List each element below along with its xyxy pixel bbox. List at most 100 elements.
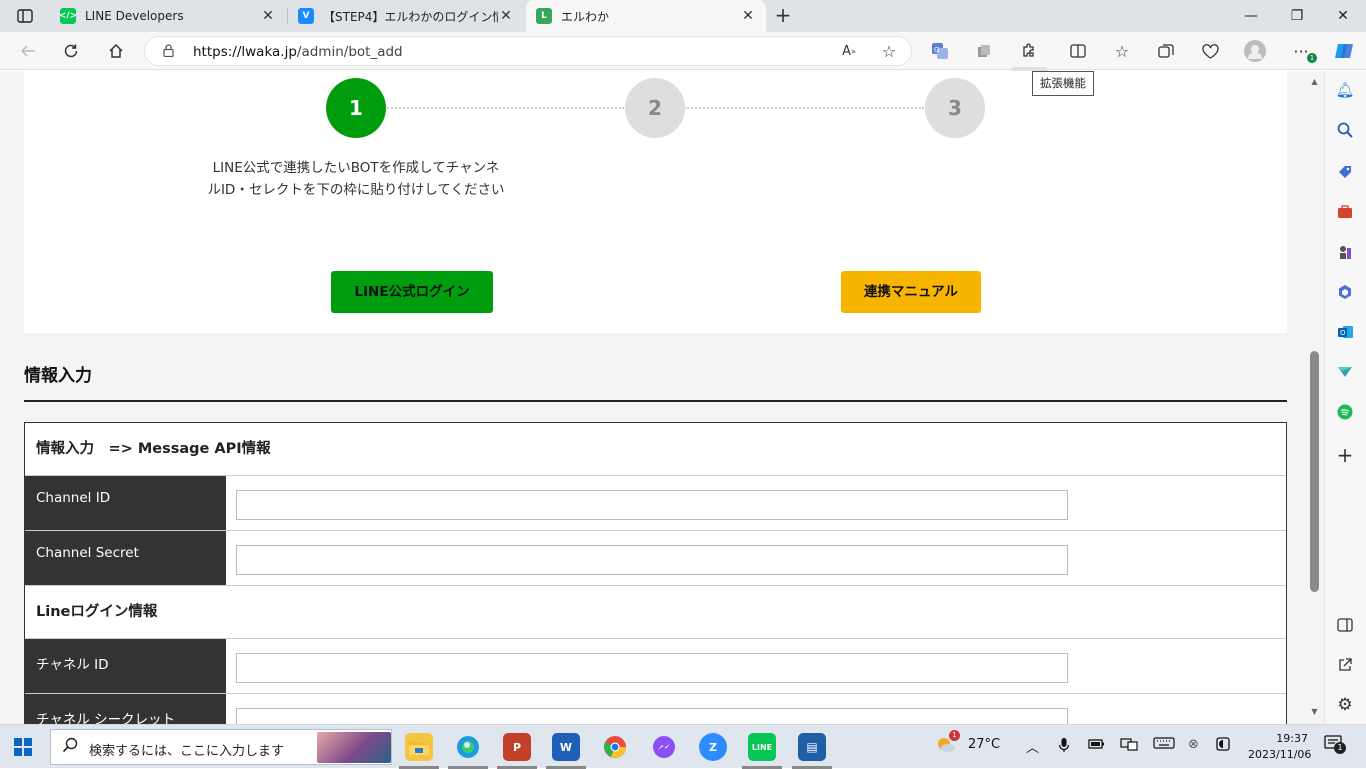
- home-icon[interactable]: [102, 37, 130, 65]
- extensions-tooltip: 拡張機能: [1032, 71, 1094, 96]
- night-light-icon[interactable]: [1216, 737, 1230, 755]
- refresh-icon[interactable]: [57, 37, 85, 65]
- taskbar-search-placeholder: 検索するには、ここに入力します: [89, 744, 285, 759]
- chrome-icon[interactable]: [601, 733, 629, 761]
- send-plane-icon[interactable]: [1334, 361, 1356, 383]
- section-heading: 情報入力: [24, 366, 92, 386]
- address-bar[interactable]: https://lwaka.jp/admin/bot_add A» ☆: [144, 36, 912, 66]
- microphone-icon[interactable]: [1058, 737, 1070, 757]
- tab-title: 【STEP4】エルわかのログイン情報変更: [323, 9, 498, 24]
- channel-secret-input[interactable]: [236, 545, 1068, 575]
- form-row: Channel Secret: [25, 531, 1286, 586]
- favorites-icon[interactable]: ☆: [1108, 37, 1136, 65]
- line-app-icon[interactable]: LINE: [748, 733, 776, 761]
- lock-icon[interactable]: [163, 44, 174, 60]
- copilot-icon[interactable]: [1330, 37, 1358, 65]
- line-developers-favicon-icon: </>: [59, 8, 77, 24]
- tools-briefcase-icon[interactable]: [1334, 201, 1356, 223]
- close-window-button[interactable]: ✕: [1320, 0, 1366, 32]
- notifications-bell-icon[interactable]: 🔔︎: [1334, 79, 1356, 101]
- word-icon[interactable]: W: [552, 733, 580, 761]
- collections-icon[interactable]: [1152, 37, 1180, 65]
- login-channel-secret-input[interactable]: [236, 708, 1068, 724]
- line-official-login-button[interactable]: LINE公式ログイン: [331, 271, 493, 313]
- games-chess-icon[interactable]: [1334, 241, 1356, 263]
- scroll-up-icon[interactable]: ▲: [1309, 77, 1320, 87]
- tab-lwaka[interactable]: L エルわか ✕: [526, 0, 766, 32]
- tab-title: エルわか: [561, 9, 610, 24]
- network-icon[interactable]: [1120, 737, 1138, 755]
- file-explorer-icon[interactable]: [405, 733, 433, 761]
- temperature-text: 27°C: [968, 737, 1001, 752]
- url-text: https://lwaka.jp/admin/bot_add: [193, 44, 403, 60]
- scroll-down-icon[interactable]: ▼: [1309, 707, 1320, 717]
- svg-text:G: G: [934, 46, 939, 54]
- login-channel-id-input[interactable]: [236, 653, 1068, 683]
- svg-text:O: O: [1340, 329, 1346, 337]
- form-group-title: 情報入力 => Message API情報: [25, 423, 1286, 476]
- scroll-thumb[interactable]: [1310, 351, 1319, 592]
- search-highlight-image[interactable]: [317, 732, 391, 763]
- favorite-star-icon[interactable]: ☆: [875, 37, 903, 65]
- field-cell: [226, 531, 1286, 585]
- profile-avatar[interactable]: [1241, 37, 1269, 65]
- weather-icon[interactable]: 1: [935, 730, 960, 758]
- translate-icon[interactable]: G: [926, 37, 954, 65]
- keyboard-icon[interactable]: [1153, 737, 1175, 753]
- add-sidebar-app-icon[interactable]: +: [1334, 443, 1356, 467]
- tab-strip: </> LINE Developers ✕ V 【STEP4】エルわかのログイン…: [0, 0, 1366, 32]
- minimize-button[interactable]: —: [1228, 0, 1274, 32]
- lwaka-favicon-icon: L: [536, 8, 552, 24]
- close-tab-icon[interactable]: ✕: [740, 8, 756, 24]
- form-row: チャネル ID: [25, 639, 1286, 694]
- field-cell: [226, 476, 1286, 530]
- show-hidden-icons-icon[interactable]: ︿: [1026, 737, 1039, 756]
- channel-id-input[interactable]: [236, 490, 1068, 520]
- tab-step4-article[interactable]: V 【STEP4】エルわかのログイン情報変更 ✕: [288, 0, 524, 32]
- spotify-icon[interactable]: [1334, 401, 1356, 423]
- close-tab-icon[interactable]: ✕: [260, 8, 276, 24]
- open-external-icon[interactable]: [1334, 654, 1356, 676]
- browser-essentials-icon[interactable]: [1196, 37, 1224, 65]
- taskbar-search[interactable]: 検索するには、ここに入力します: [50, 729, 392, 765]
- messenger-icon[interactable]: [650, 733, 678, 761]
- extensions-puzzle-icon[interactable]: [1015, 37, 1043, 65]
- calendar-app-icon[interactable]: ▤: [798, 733, 826, 761]
- search-icon[interactable]: [1334, 119, 1356, 141]
- collections-extension-icon[interactable]: [970, 37, 998, 65]
- hide-sidebar-icon[interactable]: [1334, 614, 1356, 636]
- back-arrow-icon[interactable]: [14, 37, 42, 65]
- battery-icon[interactable]: [1088, 737, 1106, 755]
- zoom-icon[interactable]: Z: [699, 733, 727, 761]
- tab-actions-icon[interactable]: [8, 4, 42, 28]
- edge-browser-icon[interactable]: [454, 733, 482, 761]
- windows-taskbar: 検索するには、ここに入力します P W Z LINE ▤ 1 27°C ︿ ⊗: [0, 724, 1366, 769]
- notification-center-icon[interactable]: 1: [1324, 734, 1346, 758]
- close-tab-icon[interactable]: ✕: [498, 8, 514, 24]
- step-connector: [384, 107, 624, 109]
- outlook-icon[interactable]: O: [1334, 321, 1356, 343]
- microsoft-365-icon[interactable]: [1334, 281, 1356, 303]
- read-aloud-icon[interactable]: A»: [835, 37, 863, 65]
- integration-manual-button[interactable]: 連携マニュアル: [841, 271, 981, 313]
- sidebar-settings-gear-icon[interactable]: ⚙: [1334, 694, 1356, 716]
- field-label: Channel Secret: [25, 531, 226, 585]
- split-screen-icon[interactable]: [1064, 37, 1092, 65]
- form-group-title: Lineログイン情報: [25, 586, 1286, 639]
- field-label: Channel ID: [25, 476, 226, 530]
- system-clock[interactable]: 19:37 2023/11/06: [1248, 731, 1311, 763]
- search-icon: [62, 737, 78, 757]
- page-scrollbar[interactable]: ▲ ▼: [1305, 71, 1324, 724]
- new-tab-button[interactable]: +: [770, 4, 796, 28]
- powerpoint-icon[interactable]: P: [503, 733, 531, 761]
- restore-button[interactable]: ❐: [1274, 0, 1320, 32]
- tab-line-developers[interactable]: </> LINE Developers ✕: [50, 0, 286, 32]
- page-viewport: 1 2 3 LINE公式で連携したいBOTを作成してチャンネルID・セレクトを下…: [0, 71, 1324, 724]
- settings-more-icon[interactable]: ··· 1: [1287, 37, 1317, 65]
- shopping-tag-icon[interactable]: [1334, 161, 1356, 183]
- ime-off-icon[interactable]: ⊗: [1188, 737, 1199, 752]
- field-cell: [226, 639, 1286, 693]
- windows-start-icon[interactable]: [14, 738, 32, 756]
- step-connector: [684, 107, 924, 109]
- step-1-description: LINE公式で連携したいBOTを作成してチャンネルID・セレクトを下の枠に貼り付…: [207, 160, 505, 198]
